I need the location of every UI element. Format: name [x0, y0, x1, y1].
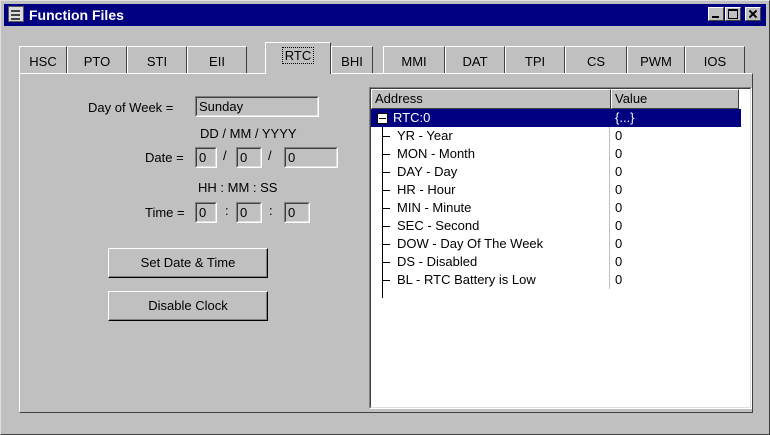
- tab-dat[interactable]: DAT: [445, 46, 505, 73]
- date-yyyy-field[interactable]: 0: [284, 147, 338, 168]
- tree-value: 0: [615, 236, 623, 251]
- tree-row-disabled[interactable]: DS - Disabled 0: [371, 253, 741, 271]
- function-files-app-icon: [8, 6, 24, 22]
- day-of-week-value: Sunday: [196, 97, 318, 116]
- tree-value: 0: [615, 164, 623, 179]
- address-column-header[interactable]: Address: [371, 89, 611, 109]
- tree-connector: [382, 262, 390, 263]
- time-ss-field[interactable]: 0: [284, 202, 310, 223]
- tab-label: RTC: [281, 47, 315, 64]
- date-dd-field[interactable]: 0: [195, 147, 217, 168]
- time-separator: :: [269, 203, 273, 218]
- tab-eii[interactable]: EII: [187, 46, 247, 73]
- tab-label: CS: [586, 54, 606, 69]
- tree-row-minute[interactable]: MIN - Minute 0: [371, 199, 741, 217]
- tree-address: DS - Disabled: [397, 254, 478, 269]
- tree-value: {...}: [615, 110, 635, 125]
- time-ss-value: 0: [285, 203, 309, 222]
- tree-row-month[interactable]: MON - Month 0: [371, 145, 741, 163]
- tab-label: PWM: [640, 54, 672, 69]
- tab-tpi[interactable]: TPI: [505, 46, 565, 73]
- tree-connector: [382, 190, 390, 191]
- tree-viewport: Address Value RTC:0 {...} YR - Year 0 MON…: [370, 88, 751, 408]
- tree-connector: [382, 244, 390, 245]
- maximize-button[interactable]: [725, 7, 741, 21]
- close-button[interactable]: [745, 7, 761, 21]
- tab-label: BHI: [341, 54, 363, 69]
- date-separator: /: [223, 148, 227, 163]
- time-hh-value: 0: [196, 203, 216, 222]
- tree-address: MON - Month: [397, 146, 476, 161]
- disable-clock-button[interactable]: Disable Clock: [108, 291, 268, 321]
- tab-sti[interactable]: STI: [127, 46, 187, 73]
- tab-rtc[interactable]: RTC: [265, 42, 331, 74]
- tab-pwm[interactable]: PWM: [627, 46, 685, 73]
- tree-connector: [382, 154, 390, 155]
- tab-label: EII: [209, 54, 225, 69]
- tree-row-hour[interactable]: HR - Hour 0: [371, 181, 741, 199]
- window-title: Function Files: [29, 7, 124, 23]
- time-format-hint: HH : MM : SS: [198, 180, 278, 195]
- tree-address: DAY - Day: [397, 164, 458, 179]
- collapse-icon[interactable]: [377, 113, 388, 124]
- date-label: Date =: [145, 150, 184, 165]
- tree-row-year[interactable]: YR - Year 0: [371, 127, 741, 145]
- tree-value: 0: [615, 200, 623, 215]
- minimize-button[interactable]: [708, 7, 724, 21]
- tree-value: 0: [615, 182, 623, 197]
- tree-value: 0: [615, 272, 623, 287]
- tree-connector: [382, 226, 390, 227]
- tree-root-row-rtc0[interactable]: RTC:0 {...}: [371, 109, 741, 127]
- tab-label: DAT: [462, 54, 488, 69]
- tab-label: HSC: [29, 54, 57, 69]
- tree-connector: [382, 208, 390, 209]
- set-date-time-button[interactable]: Set Date & Time: [108, 248, 268, 278]
- date-mm-value: 0: [237, 148, 261, 167]
- time-mm-value: 0: [237, 203, 261, 222]
- tree-connector: [382, 136, 390, 137]
- tree-value: 0: [615, 128, 623, 143]
- tree-address: RTC:0: [393, 110, 431, 125]
- tree-row-battery-low[interactable]: BL - RTC Battery is Low 0: [371, 271, 741, 289]
- time-separator: :: [225, 203, 229, 218]
- rtc-data-tree[interactable]: Address Value RTC:0 {...} YR - Year 0 MON…: [369, 87, 752, 409]
- day-of-week-field[interactable]: Sunday: [195, 96, 319, 117]
- tree-value: 0: [615, 218, 623, 233]
- tab-label: TPI: [524, 54, 546, 69]
- tree-row-second[interactable]: SEC - Second 0: [371, 217, 741, 235]
- tree-address: YR - Year: [397, 128, 453, 143]
- date-dd-value: 0: [196, 148, 216, 167]
- tab-label: IOS: [703, 54, 727, 69]
- tree-value: 0: [615, 254, 623, 269]
- tab-label: STI: [146, 54, 168, 69]
- date-format-hint: DD / MM / YYYY: [200, 126, 297, 141]
- tree-value: 0: [615, 146, 623, 161]
- time-label: Time =: [145, 205, 185, 220]
- tree-address: HR - Hour: [397, 182, 456, 197]
- tab-pto[interactable]: PTO: [67, 46, 127, 73]
- day-of-week-label: Day of Week =: [88, 100, 174, 115]
- tree-address: DOW - Day Of The Week: [397, 236, 544, 251]
- tree-address: MIN - Minute: [397, 200, 472, 215]
- tab-mmi[interactable]: MMI: [383, 46, 445, 73]
- title-bar[interactable]: Function Files: [4, 4, 766, 26]
- tree-address: SEC - Second: [397, 218, 480, 233]
- time-mm-field[interactable]: 0: [236, 202, 262, 223]
- date-mm-field[interactable]: 0: [236, 147, 262, 168]
- tree-row-day-of-week[interactable]: DOW - Day Of The Week 0: [371, 235, 741, 253]
- value-column-header[interactable]: Value: [611, 89, 739, 109]
- tab-label: MMI: [401, 54, 427, 69]
- tree-connector: [382, 280, 390, 281]
- date-yyyy-value: 0: [285, 148, 337, 167]
- tab-cs[interactable]: CS: [565, 46, 627, 73]
- tree-address: BL - RTC Battery is Low: [397, 272, 536, 287]
- date-separator: /: [268, 148, 272, 163]
- time-hh-field[interactable]: 0: [195, 202, 217, 223]
- tree-connector: [382, 172, 390, 173]
- tab-label: PTO: [83, 54, 111, 69]
- tree-row-day[interactable]: DAY - Day 0: [371, 163, 741, 181]
- tab-ios[interactable]: IOS: [685, 46, 745, 73]
- tab-bhi[interactable]: BHI: [331, 46, 373, 73]
- tab-hsc[interactable]: HSC: [19, 46, 67, 73]
